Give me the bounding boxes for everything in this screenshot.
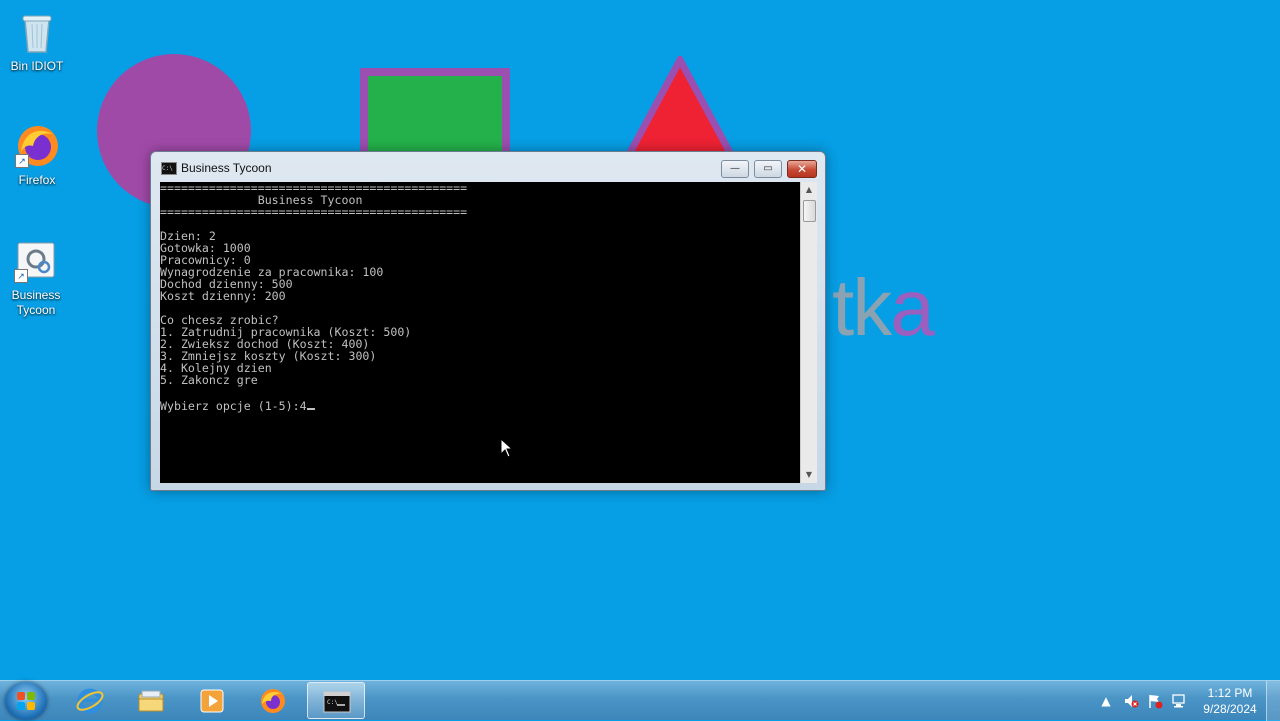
console-window[interactable]: C:\ Business Tycoon — ▭ ✕ ==============… (150, 151, 826, 491)
folder-icon (138, 690, 164, 712)
internet-explorer-icon (76, 688, 104, 714)
close-icon: ✕ (796, 162, 808, 176)
console-line (160, 386, 800, 398)
desktop-icon-recycle-bin[interactable]: Bin IDIOT (1, 8, 73, 74)
console-output[interactable]: ========================================… (160, 182, 800, 483)
firefox-icon: ↗ (13, 122, 61, 170)
action-center-flag-icon[interactable] (1147, 693, 1163, 709)
volume-muted-icon[interactable] (1123, 693, 1139, 709)
taskbar: C:\ ▲ 1:12 PM 9/28/2024 (0, 680, 1280, 721)
command-prompt-icon: C:\ (323, 691, 351, 713)
minimize-button[interactable]: — (721, 160, 749, 178)
console-prompt-line[interactable]: Wybierz opcje (1-5):4 (160, 398, 800, 412)
wallpaper-text-part2: a (890, 263, 934, 352)
windows-logo-icon (17, 692, 35, 710)
desktop-icon-label: Business Tycoon (11, 288, 61, 317)
network-icon[interactable] (1171, 693, 1187, 709)
maximize-icon: ▭ (763, 163, 773, 174)
mouse-pointer-icon (500, 438, 514, 458)
desktop-icon-firefox[interactable]: ↗ Firefox (1, 122, 73, 188)
desktop-icon-label: Bin IDIOT (10, 59, 64, 73)
app-settings-icon: ↗ (12, 237, 60, 285)
taskbar-item-file-explorer[interactable] (122, 682, 180, 719)
media-player-icon (200, 689, 224, 713)
taskbar-item-internet-explorer[interactable] (61, 682, 119, 719)
firefox-icon (261, 689, 285, 713)
show-hidden-icons-icon[interactable]: ▲ (1098, 693, 1114, 709)
clock-time: 1:12 PM (1207, 686, 1253, 700)
cmd-icon: C:\ (161, 162, 177, 175)
shortcut-arrow-icon: ↗ (14, 269, 28, 283)
recycle-bin-icon (13, 8, 61, 56)
taskbar-item-command-prompt[interactable]: C:\ (307, 682, 365, 719)
desktop-icon-label: Firefox (18, 173, 56, 187)
window-titlebar[interactable]: C:\ Business Tycoon — ▭ ✕ (151, 152, 825, 182)
start-button[interactable] (5, 682, 47, 720)
taskbar-clock[interactable]: 1:12 PM 9/28/2024 (1190, 685, 1270, 717)
console-line: Koszt dzienny: 200 (160, 289, 286, 303)
close-button[interactable]: ✕ (787, 160, 817, 178)
taskbar-item-media-player[interactable] (183, 682, 241, 719)
taskbar-item-firefox[interactable] (244, 682, 302, 719)
console-prompt: Wybierz opcje (1-5):4 (160, 399, 307, 413)
svg-text:C:\: C:\ (327, 699, 338, 706)
wallpaper-text-part1: tk (832, 263, 892, 352)
window-title: Business Tycoon (181, 161, 272, 175)
show-desktop-button[interactable] (1266, 681, 1280, 721)
minimize-icon: — (730, 163, 740, 174)
scroll-up-icon[interactable]: ▲ (801, 182, 817, 198)
wallpaper-text: tka (832, 268, 935, 348)
console-line: ========================================… (160, 205, 468, 219)
console-line (160, 218, 800, 230)
wallpaper-triangle (621, 56, 739, 166)
text-cursor (306, 398, 315, 410)
shortcut-arrow-icon: ↗ (15, 154, 29, 168)
console-line: Gotowka: 1000 (160, 241, 251, 255)
desktop-icon-business-tycoon[interactable]: ↗ Business Tycoon (1, 237, 71, 318)
console-line: Dzien: 2 (160, 229, 216, 243)
vertical-scrollbar[interactable]: ▲ ▼ (800, 182, 817, 483)
clock-date: 9/28/2024 (1203, 702, 1257, 716)
scroll-down-icon[interactable]: ▼ (801, 467, 817, 483)
maximize-button[interactable]: ▭ (754, 160, 782, 178)
console-line: 5. Zakoncz gre (160, 373, 258, 387)
scroll-thumb[interactable] (803, 200, 816, 222)
